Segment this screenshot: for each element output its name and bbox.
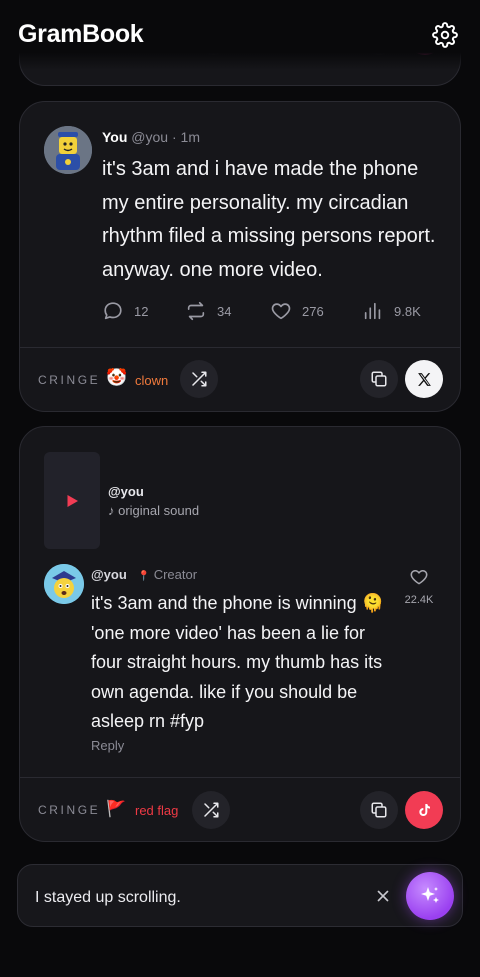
close-icon [377, 890, 389, 902]
red-flag-icon: 🚩 [106, 801, 126, 818]
heart-icon [410, 570, 428, 585]
meta-separator: · [171, 129, 177, 145]
robot-avatar-icon [44, 126, 92, 174]
prompt-input-bar: I stayed up scrolling. [17, 864, 463, 927]
share-to-x-button[interactable] [405, 360, 443, 398]
handle: @you [131, 129, 169, 145]
copy-button[interactable] [360, 791, 398, 829]
reply-count: 12 [134, 303, 149, 319]
prompt-input[interactable]: I stayed up scrolling. [35, 889, 181, 907]
share-to-tiktok-button[interactable] [405, 791, 443, 829]
repost-icon [187, 301, 205, 321]
comment-text: it's 3am and the phone is winning 🫠 'one… [91, 593, 385, 731]
clear-button[interactable] [374, 887, 392, 905]
tiktok-post-card: @you ♪ original sound @you 📍 Creator it'… [19, 426, 461, 842]
like-stat[interactable]: 276 [270, 300, 324, 322]
x-post-card: You @you · 1m it's 3am and i have made t… [19, 101, 461, 412]
post-meta: You @you · 1m [102, 129, 200, 145]
rating-label: red flag [135, 803, 179, 818]
cringe-label: CRINGE [38, 803, 101, 817]
sound-user: @you [108, 484, 144, 499]
clown-icon: 🤡 [106, 368, 128, 387]
creator-badge: Creator [153, 567, 198, 582]
comment-like-count: 22.4K [404, 594, 434, 606]
post-stats: 12 34 276 9.8K [102, 300, 442, 324]
gear-icon [432, 22, 458, 48]
repost-stat[interactable]: 34 [185, 300, 231, 322]
shuffle-icon [204, 802, 219, 818]
post-time: 1m [180, 129, 200, 145]
reply-stat[interactable]: 12 [102, 300, 148, 322]
x-logo-icon [417, 372, 431, 386]
app-title: GramBook [18, 20, 144, 48]
shuffle-icon [192, 371, 207, 387]
settings-button[interactable] [432, 22, 458, 48]
views-stat[interactable]: 9.8K [362, 300, 421, 322]
tiktok-logo-icon [419, 804, 430, 816]
card-divider [20, 777, 460, 778]
views-count: 9.8K [394, 303, 421, 319]
cartoon-avatar-icon [44, 564, 84, 604]
display-name: You [102, 129, 128, 145]
heart-icon [271, 303, 291, 320]
reply-icon [104, 302, 122, 320]
reply-link[interactable]: Reply [91, 738, 124, 753]
copy-icon [371, 371, 387, 387]
generate-button[interactable] [406, 872, 454, 920]
copy-icon [371, 802, 387, 818]
comment-meta: @you 📍 Creator [91, 567, 197, 582]
pin-icon: 📍 [137, 571, 151, 582]
views-icon [364, 302, 381, 320]
sparkle-icon [421, 887, 439, 903]
comment-user: @you [91, 567, 127, 582]
shuffle-button[interactable] [192, 791, 230, 829]
app-header: GramBook [0, 0, 480, 70]
rating-label: clown [135, 373, 169, 388]
copy-button[interactable] [360, 360, 398, 398]
comment-avatar [44, 564, 84, 604]
avatar [44, 126, 92, 174]
comment-like[interactable]: 22.4K [396, 567, 442, 606]
video-thumbnail[interactable] [44, 452, 100, 549]
post-text: it's 3am and i have made the phone my en… [102, 158, 436, 281]
shuffle-button[interactable] [180, 360, 218, 398]
sound-name: ♪ original sound [108, 503, 200, 518]
card-divider [20, 347, 460, 348]
cringe-label: CRINGE [38, 373, 101, 387]
repost-count: 34 [217, 303, 232, 319]
play-icon [67, 494, 78, 507]
like-count: 276 [302, 303, 324, 319]
